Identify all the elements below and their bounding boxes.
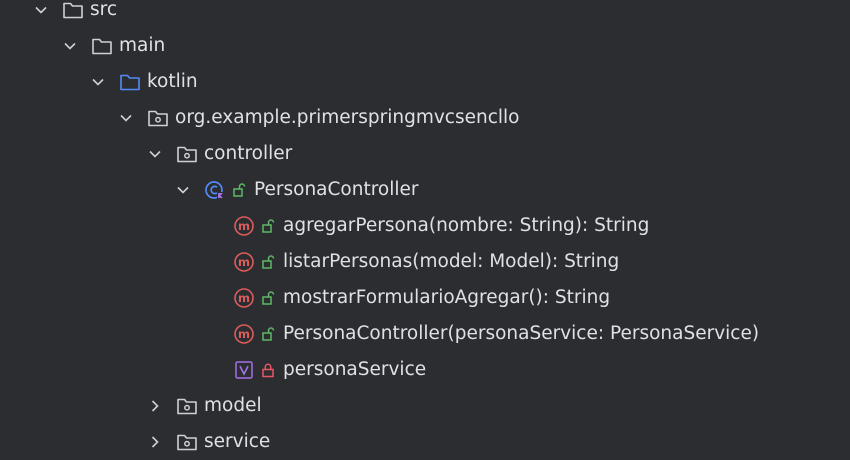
chevron-down-icon[interactable] bbox=[148, 147, 162, 161]
chevron-down-icon[interactable] bbox=[63, 39, 77, 53]
kotlin-class-icon bbox=[204, 179, 226, 201]
public-visibility-icon bbox=[261, 218, 275, 234]
tree-node-label: mostrarFormularioAgregar(): String bbox=[283, 286, 611, 308]
svg-text:m: m bbox=[238, 327, 250, 341]
tree-node-label: org.example.primerspringmvcsencllo bbox=[175, 106, 520, 128]
tree-node-label: listarPersonas(model: Model): String bbox=[283, 250, 620, 272]
tree-node-label: model bbox=[204, 394, 262, 416]
tree-node-label: controller bbox=[204, 142, 293, 164]
tree-node-controller[interactable]: controller bbox=[0, 136, 850, 172]
tree-node-label: kotlin bbox=[147, 70, 198, 92]
chevron-down-icon[interactable] bbox=[119, 111, 133, 125]
tree-node-field[interactable]: personaService bbox=[0, 352, 850, 388]
public-visibility-icon bbox=[261, 254, 275, 270]
folder-icon bbox=[62, 0, 84, 21]
svg-text:m: m bbox=[238, 219, 250, 233]
chevron-down-icon[interactable] bbox=[176, 183, 190, 197]
tree-node-label: src bbox=[90, 0, 118, 20]
private-visibility-icon bbox=[261, 362, 275, 378]
tree-node-main[interactable]: main bbox=[0, 28, 850, 64]
method-icon: m bbox=[233, 251, 255, 273]
public-visibility-icon bbox=[261, 326, 275, 342]
tree-node-method[interactable]: m mostrarFormularioAgregar(): String bbox=[0, 280, 850, 316]
svg-text:m: m bbox=[238, 291, 250, 305]
tree-node-kotlin[interactable]: kotlin bbox=[0, 64, 850, 100]
public-visibility-icon bbox=[232, 182, 246, 198]
public-visibility-icon bbox=[261, 290, 275, 306]
tree-node-label: service bbox=[204, 430, 271, 452]
tree-node-label: personaService bbox=[283, 358, 427, 380]
tree-node-method[interactable]: m listarPersonas(model: Model): String bbox=[0, 244, 850, 280]
chevron-down-icon[interactable] bbox=[91, 75, 105, 89]
tree-node-label: agregarPersona(nombre: String): String bbox=[283, 214, 650, 236]
package-icon bbox=[176, 431, 198, 453]
tree-node-constructor[interactable]: m PersonaController(personaService: Pers… bbox=[0, 316, 850, 352]
tree-node-src[interactable]: src bbox=[0, 0, 850, 28]
svg-text:m: m bbox=[238, 255, 250, 269]
tree-node-package[interactable]: org.example.primerspringmvcsencllo bbox=[0, 100, 850, 136]
package-icon bbox=[176, 395, 198, 417]
tree-node-label: PersonaController(personaService: Person… bbox=[283, 322, 760, 344]
tree-node-persona-controller[interactable]: PersonaController bbox=[0, 172, 850, 208]
folder-icon bbox=[91, 35, 113, 57]
method-icon: m bbox=[233, 287, 255, 309]
tree-node-label: main bbox=[119, 34, 166, 56]
chevron-down-icon[interactable] bbox=[34, 3, 48, 17]
tree-node-label: PersonaController bbox=[254, 178, 419, 200]
method-icon: m bbox=[233, 323, 255, 345]
source-folder-icon bbox=[119, 71, 141, 93]
tree-node-method[interactable]: m agregarPersona(nombre: String): String bbox=[0, 208, 850, 244]
chevron-right-icon[interactable] bbox=[148, 435, 162, 449]
tree-node-model[interactable]: model bbox=[0, 388, 850, 424]
package-icon bbox=[147, 107, 169, 129]
field-icon bbox=[233, 359, 255, 381]
package-icon bbox=[176, 143, 198, 165]
method-icon: m bbox=[233, 215, 255, 237]
chevron-right-icon[interactable] bbox=[148, 399, 162, 413]
